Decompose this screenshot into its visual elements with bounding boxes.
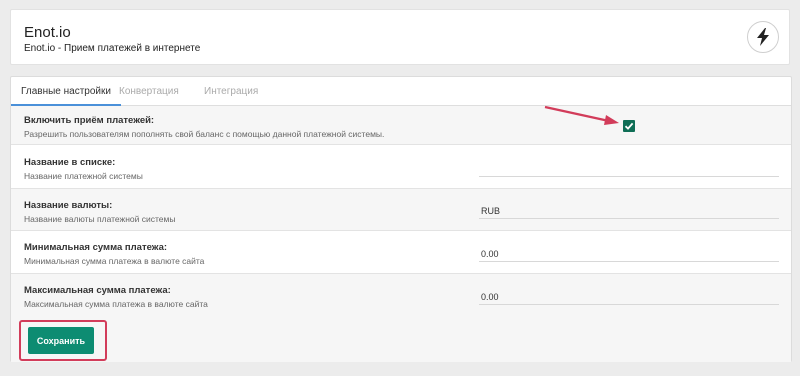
form-footer: Сохранить <box>11 317 791 362</box>
list-name-input[interactable] <box>479 161 779 177</box>
setting-row-max-amount: Максимальная сумма платежа: Максимальная… <box>11 274 791 317</box>
lightning-bolt-icon <box>757 28 769 46</box>
setting-title: Включить приём платежей: <box>24 115 155 126</box>
header-card: Enot.io Enot.io - Прием платежей в интер… <box>10 9 790 65</box>
setting-title: Название в списке: <box>24 157 116 168</box>
save-button[interactable]: Сохранить <box>28 327 94 354</box>
setting-description: Максимальная сумма платежа в валюте сайт… <box>24 299 208 309</box>
page-title: Enot.io <box>24 24 71 41</box>
setting-description: Разрешить пользователям пополнять свой б… <box>24 129 385 139</box>
tab-main-settings[interactable]: Главные настройки <box>11 77 121 106</box>
setting-row-list-name: Название в списке: Название платежной си… <box>11 145 791 189</box>
setting-row-currency: Название валюты: Название валюты платежн… <box>11 189 791 231</box>
currency-name-input[interactable]: RUB <box>479 203 779 219</box>
setting-row-enable: Включить приём платежей: Разрешить польз… <box>11 106 791 145</box>
page-subtitle: Enot.io - Прием платежей в интернете <box>24 43 201 54</box>
enable-payments-checkbox[interactable] <box>623 120 635 132</box>
annotation-arrow <box>544 105 619 125</box>
setting-description: Минимальная сумма платежа в валюте сайта <box>24 256 205 266</box>
tab-integration[interactable]: Интеграция <box>194 77 268 106</box>
setting-title: Название валюты: <box>24 200 113 211</box>
check-icon <box>624 122 634 130</box>
setting-title: Минимальная сумма платежа: <box>24 242 168 253</box>
settings-panel: Главные настройки Конвертация Интеграция… <box>10 76 792 362</box>
setting-row-min-amount: Минимальная сумма платежа: Минимальная с… <box>11 231 791 274</box>
tab-conversion[interactable]: Конвертация <box>109 77 189 106</box>
setting-title: Максимальная сумма платежа: <box>24 285 171 296</box>
setting-description: Название платежной системы <box>24 171 143 181</box>
max-amount-input[interactable]: 0.00 <box>479 289 779 305</box>
min-amount-input[interactable]: 0.00 <box>479 246 779 262</box>
setting-description: Название валюты платежной системы <box>24 214 176 224</box>
tab-bar: Главные настройки Конвертация Интеграция <box>11 77 791 106</box>
plugin-icon-button[interactable] <box>747 21 779 53</box>
